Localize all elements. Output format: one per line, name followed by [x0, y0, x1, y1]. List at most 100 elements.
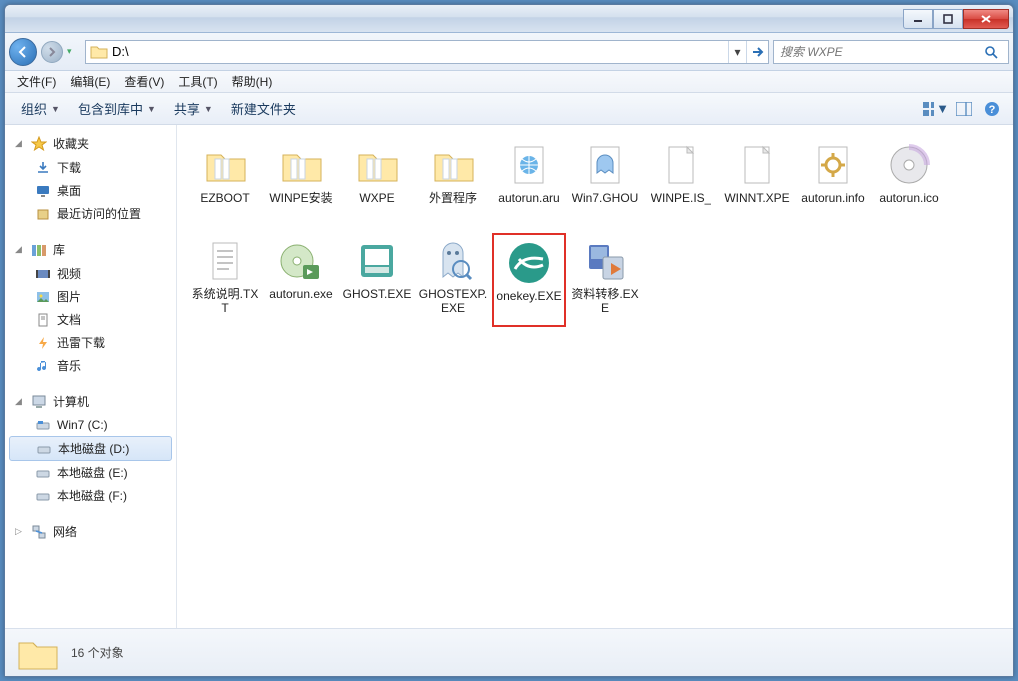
gear-icon [809, 141, 857, 189]
titlebar [5, 5, 1013, 33]
file-item[interactable]: GHOST.EXE [340, 233, 414, 327]
file-item[interactable]: autorun.aru [492, 137, 566, 231]
file-item[interactable]: WXPE [340, 137, 414, 231]
computer-label: 计算机 [53, 393, 89, 410]
go-button[interactable] [746, 41, 768, 63]
sidebar-item-thunder[interactable]: 迅雷下载 [5, 331, 176, 354]
sidebar-item-documents[interactable]: 文档 [5, 308, 176, 331]
address-input[interactable] [112, 44, 728, 59]
newfolder-label: 新建文件夹 [231, 99, 296, 118]
star-icon [31, 136, 47, 152]
sidebar-item-music[interactable]: 音乐 [5, 354, 176, 377]
file-label: GHOSTEXP.EXE [418, 287, 488, 316]
file-label: GHOST.EXE [343, 287, 412, 301]
file-item[interactable]: 外置程序 [416, 137, 490, 231]
txt-icon [201, 237, 249, 285]
sidebar-item-drive-e[interactable]: 本地磁盘 (E:) [5, 461, 176, 484]
file-item[interactable]: autorun.exe [264, 233, 338, 327]
sidebar-item-drive-c[interactable]: Win7 (C:) [5, 414, 176, 436]
download-icon [35, 160, 51, 176]
address-dropdown[interactable]: ▾ [728, 41, 746, 63]
search-input[interactable] [774, 45, 984, 59]
sidebar-item-recent[interactable]: 最近访问的位置 [5, 202, 176, 225]
menu-edit[interactable]: 编辑(E) [64, 71, 116, 92]
file-item[interactable]: WINPE.IS_ [644, 137, 718, 231]
file-item[interactable]: autorun.info [796, 137, 870, 231]
search-box[interactable] [773, 40, 1009, 64]
transfer-icon [581, 237, 629, 285]
preview-pane-button[interactable] [951, 98, 977, 120]
history-dropdown[interactable]: ▾ [67, 46, 81, 57]
computer-icon [31, 394, 47, 410]
menu-tools[interactable]: 工具(T) [172, 71, 223, 92]
include-in-library-button[interactable]: 包含到库中▼ [70, 96, 164, 121]
close-button[interactable] [963, 9, 1009, 29]
organize-button[interactable]: 组织▼ [13, 96, 68, 121]
file-item[interactable]: WINPE安装 [264, 137, 338, 231]
file-label: WINPE安装 [269, 191, 332, 205]
view-options-button[interactable]: ▼ [923, 98, 949, 120]
folder-icon [277, 141, 325, 189]
file-item[interactable]: Win7.GHOU [568, 137, 642, 231]
sidebar-item-desktop[interactable]: 桌面 [5, 179, 176, 202]
sidebar-item-videos[interactable]: 视频 [5, 262, 176, 285]
file-label: WINPE.IS_ [651, 191, 712, 205]
address-bar[interactable]: ▾ [85, 40, 769, 64]
file-item[interactable]: 系统说明.TXT [188, 233, 262, 327]
file-icon [657, 141, 705, 189]
share-button[interactable]: 共享▼ [166, 96, 221, 121]
file-label: 资料转移.EXE [570, 287, 640, 316]
menu-view[interactable]: 查看(V) [118, 71, 170, 92]
recent-icon [35, 206, 51, 222]
new-folder-button[interactable]: 新建文件夹 [223, 96, 304, 121]
sidebar-item-pictures[interactable]: 图片 [5, 285, 176, 308]
desktop-icon [35, 183, 51, 199]
file-item[interactable]: WINNT.XPE [720, 137, 794, 231]
back-button[interactable] [9, 38, 37, 66]
file-item[interactable]: EZBOOT [188, 137, 262, 231]
file-view[interactable]: EZBOOT WINPE安装 WXPE 外置程序 autorun.aruWin7.GHO… [177, 125, 1013, 628]
computer-header[interactable]: ◢ 计算机 [5, 391, 176, 414]
favorites-header[interactable]: ◢ 收藏夹 [5, 133, 176, 156]
document-icon [35, 312, 51, 328]
drive-icon [36, 441, 52, 457]
file-label: 外置程序 [429, 191, 477, 205]
menu-file[interactable]: 文件(F) [11, 71, 62, 92]
file-item[interactable]: onekey.EXE [492, 233, 566, 327]
minimize-button[interactable] [903, 9, 933, 29]
expand-icon: ◢ [15, 138, 25, 149]
sidebar-item-downloads[interactable]: 下载 [5, 156, 176, 179]
forward-button[interactable] [41, 41, 63, 63]
statusbar: 16 个对象 [5, 628, 1013, 676]
favorites-label: 收藏夹 [53, 135, 89, 152]
libraries-group: ◢ 库 视频 图片 文档 迅雷下载 音乐 [5, 239, 176, 377]
file-label: EZBOOT [200, 191, 249, 205]
sidebar-item-drive-d[interactable]: 本地磁盘 (D:) [9, 436, 172, 461]
include-label: 包含到库中 [78, 99, 143, 118]
computer-group: ◢ 计算机 Win7 (C:) 本地磁盘 (D:) 本地磁盘 (E:) 本地磁盘… [5, 391, 176, 507]
body: ◢ 收藏夹 下载 桌面 最近访问的位置 ◢ 库 视频 图片 文档 迅雷下载 [5, 125, 1013, 628]
maximize-button[interactable] [933, 9, 963, 29]
file-label: 系统说明.TXT [190, 287, 260, 316]
libraries-label: 库 [53, 241, 65, 258]
file-label: autorun.info [801, 191, 864, 205]
file-item[interactable]: GHOSTEXP.EXE [416, 233, 490, 327]
menu-help[interactable]: 帮助(H) [226, 71, 279, 92]
organize-label: 组织 [21, 99, 47, 118]
search-icon[interactable] [984, 45, 1008, 59]
navigation-bar: ▾ ▾ [5, 33, 1013, 71]
file-item[interactable]: 资料转移.EXE [568, 233, 642, 327]
onekey-icon [505, 239, 553, 287]
file-item[interactable]: autorun.ico [872, 137, 946, 231]
help-button[interactable]: ? [979, 98, 1005, 120]
drive-icon [35, 488, 51, 504]
network-header[interactable]: ▷ 网络 [5, 521, 176, 544]
network-icon [31, 524, 47, 540]
ghost-exp-icon [429, 237, 477, 285]
toolbar: 组织▼ 包含到库中▼ 共享▼ 新建文件夹 ▼ ? [5, 93, 1013, 125]
file-label: autorun.ico [879, 191, 938, 205]
file-label: WINNT.XPE [724, 191, 789, 205]
libraries-header[interactable]: ◢ 库 [5, 239, 176, 262]
sidebar-item-drive-f[interactable]: 本地磁盘 (F:) [5, 484, 176, 507]
expand-icon: ▷ [15, 526, 25, 537]
